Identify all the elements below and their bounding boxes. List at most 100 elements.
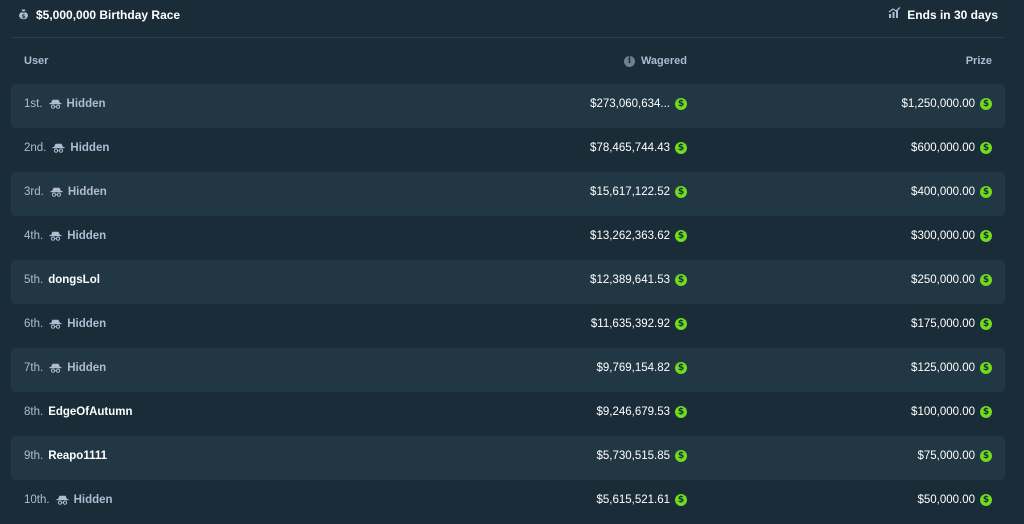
rank-label: 10th. bbox=[24, 494, 50, 506]
prize-amount: $175,000.00 bbox=[911, 318, 975, 330]
prize-cell: $100,000.00 $ bbox=[911, 406, 992, 418]
username-link[interactable]: EdgeOfAutumn bbox=[48, 406, 132, 418]
wagered-amount: $78,465,744.43 bbox=[590, 142, 670, 154]
currency-coin-icon: $ bbox=[675, 406, 687, 418]
wagered-amount: $12,389,641.53 bbox=[590, 274, 670, 286]
wagered-cell: $9,246,679.53 $ bbox=[596, 406, 687, 418]
table-row: 7th. Hidden $9,769,154.82 $ $125,000.00 $ bbox=[11, 348, 1005, 392]
prize-amount: $50,000.00 bbox=[917, 494, 975, 506]
username-link[interactable]: Reapo1111 bbox=[48, 450, 107, 462]
prize-cell: $175,000.00 $ bbox=[911, 318, 992, 330]
hidden-user-label: Hidden bbox=[67, 318, 107, 330]
prize-cell: $600,000.00 $ bbox=[911, 142, 992, 154]
column-header-wagered-label: Wagered bbox=[640, 55, 687, 67]
currency-coin-icon: $ bbox=[980, 186, 992, 198]
currency-coin-icon: $ bbox=[980, 274, 992, 286]
incognito-icon bbox=[49, 363, 62, 373]
prize-amount: $1,250,000.00 bbox=[901, 98, 975, 110]
wagered-amount: $273,060,634... bbox=[590, 98, 670, 110]
column-header-user: User bbox=[24, 55, 49, 67]
wagered-amount: $13,262,363.62 bbox=[590, 230, 670, 242]
wagered-amount: $11,635,392.92 bbox=[590, 318, 670, 330]
wagered-amount: $9,769,154.82 bbox=[596, 362, 670, 374]
user-cell: 5th. dongsLol bbox=[24, 274, 100, 286]
rank-label: 8th. bbox=[24, 406, 44, 418]
incognito-icon bbox=[49, 99, 62, 109]
currency-coin-icon: $ bbox=[980, 230, 992, 242]
user-cell: 6th. Hidden bbox=[24, 318, 106, 330]
user-cell: 4th. Hidden bbox=[24, 230, 106, 242]
user-cell: 2nd. Hidden bbox=[24, 142, 109, 154]
rank-label: 1st. bbox=[24, 98, 43, 110]
prize-cell: $75,000.00 $ bbox=[917, 450, 992, 462]
user-cell: 7th. Hidden bbox=[24, 362, 106, 374]
info-icon[interactable]: i bbox=[623, 55, 635, 67]
currency-coin-icon: $ bbox=[980, 450, 992, 462]
currency-coin-icon: $ bbox=[980, 98, 992, 110]
table-row: 1st. Hidden $273,060,634... $ $1,250,000.00 $ bbox=[11, 84, 1005, 128]
rank-label: 7th. bbox=[24, 362, 44, 374]
prize-amount: $600,000.00 bbox=[911, 142, 975, 154]
race-title-text: $5,000,000 Birthday Race bbox=[36, 8, 181, 22]
currency-coin-icon: $ bbox=[675, 186, 687, 198]
svg-text:$: $ bbox=[22, 14, 26, 20]
hidden-user-label: Hidden bbox=[67, 186, 107, 198]
prize-amount: $125,000.00 bbox=[911, 362, 975, 374]
table-row: 2nd. Hidden $78,465,744.43 $ $600,000.00 $ bbox=[11, 128, 1005, 172]
wagered-cell: $9,769,154.82 $ bbox=[596, 362, 687, 374]
wagered-cell: $5,730,515.85 $ bbox=[596, 450, 687, 462]
hidden-user-label: Hidden bbox=[70, 142, 110, 154]
rank-label: 5th. bbox=[24, 274, 44, 286]
username-link[interactable]: dongsLol bbox=[48, 274, 100, 286]
currency-coin-icon: $ bbox=[980, 406, 992, 418]
table-body: 1st. Hidden $273,060,634... $ $1,250,000.00 $… bbox=[11, 84, 1005, 524]
wagered-cell: $12,389,641.53 $ bbox=[590, 274, 687, 286]
currency-coin-icon: $ bbox=[980, 318, 992, 330]
wagered-cell: $15,617,122.52 $ bbox=[590, 186, 687, 198]
hidden-user-label: Hidden bbox=[67, 230, 107, 242]
incognito-icon bbox=[49, 319, 62, 329]
hidden-user-label: Hidden bbox=[67, 362, 107, 374]
prize-amount: $100,000.00 bbox=[911, 406, 975, 418]
currency-coin-icon: $ bbox=[675, 142, 687, 154]
leaderboard-table: User i Wagered Prize 1st. Hidden $273,060,… bbox=[11, 38, 1005, 524]
incognito-icon bbox=[49, 231, 62, 241]
currency-coin-icon: $ bbox=[675, 362, 687, 374]
table-header: User i Wagered Prize bbox=[11, 38, 1005, 84]
currency-coin-icon: $ bbox=[675, 450, 687, 462]
currency-coin-icon: $ bbox=[980, 362, 992, 374]
table-row: 10th. Hidden $5,615,521.61 $ $50,000.00 $ bbox=[11, 480, 1005, 524]
currency-coin-icon: $ bbox=[675, 230, 687, 242]
rank-label: 9th. bbox=[24, 450, 44, 462]
rank-label: 2nd. bbox=[24, 142, 47, 154]
user-cell: 8th. EdgeOfAutumn bbox=[24, 406, 133, 418]
user-cell: 10th. Hidden bbox=[24, 494, 113, 506]
prize-cell: $400,000.00 $ bbox=[911, 186, 992, 198]
currency-coin-icon: $ bbox=[675, 318, 687, 330]
currency-coin-icon: $ bbox=[980, 142, 992, 154]
wagered-amount: $15,617,122.52 bbox=[590, 186, 670, 198]
table-row: 9th. Reapo1111 $5,730,515.85 $ $75,000.00 $ bbox=[11, 436, 1005, 480]
wagered-cell: $5,615,521.61 $ bbox=[596, 494, 687, 506]
column-header-prize: Prize bbox=[965, 55, 992, 67]
hidden-user-label: Hidden bbox=[66, 98, 106, 110]
chart-icon bbox=[888, 7, 901, 22]
wagered-amount: $5,615,521.61 bbox=[596, 494, 670, 506]
prize-amount: $75,000.00 bbox=[917, 450, 975, 462]
race-title: $ $5,000,000 Birthday Race bbox=[17, 7, 180, 23]
incognito-icon bbox=[50, 187, 63, 197]
currency-coin-icon: $ bbox=[675, 274, 687, 286]
rank-label: 6th. bbox=[24, 318, 44, 330]
prize-cell: $125,000.00 $ bbox=[911, 362, 992, 374]
rank-label: 4th. bbox=[24, 230, 44, 242]
wagered-cell: $273,060,634... $ bbox=[590, 98, 687, 110]
currency-coin-icon: $ bbox=[675, 98, 687, 110]
prize-amount: $400,000.00 bbox=[911, 186, 975, 198]
wagered-amount: $5,730,515.85 bbox=[596, 450, 670, 462]
user-cell: 3rd. Hidden bbox=[24, 186, 107, 198]
prize-cell: $300,000.00 $ bbox=[911, 230, 992, 242]
prize-amount: $250,000.00 bbox=[911, 274, 975, 286]
column-header-wagered: i Wagered bbox=[623, 55, 687, 67]
race-timer: Ends in 30 days bbox=[888, 7, 998, 22]
rank-label: 3rd. bbox=[24, 186, 44, 198]
